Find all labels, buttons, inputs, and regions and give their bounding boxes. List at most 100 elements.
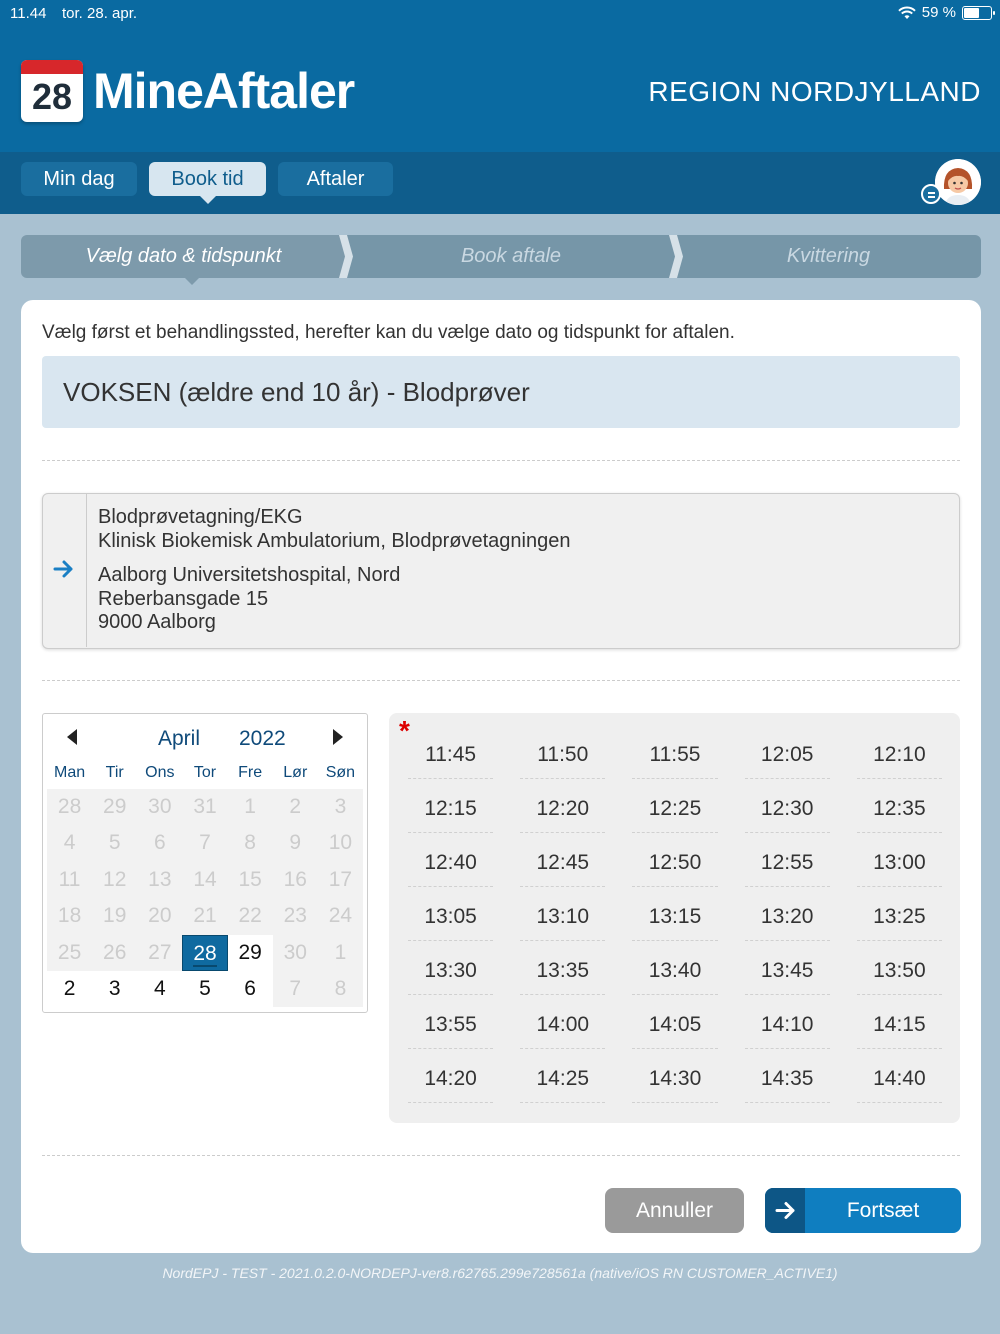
time-slot[interactable]: 14:20 (408, 1057, 494, 1111)
time-slot[interactable]: 12:55 (744, 841, 831, 895)
time-slot[interactable]: 13:50 (856, 949, 943, 1003)
calendar-day: 23 (272, 898, 318, 935)
time-slot[interactable]: 12:10 (856, 733, 943, 787)
time-slot[interactable]: 14:15 (856, 1003, 943, 1057)
user-avatar[interactable] (935, 159, 981, 205)
calendar-day[interactable]: 3 (92, 970, 138, 1008)
calendar-day: 14 (182, 861, 228, 899)
time-slot[interactable]: 14:05 (632, 1003, 718, 1057)
time-slot[interactable]: 13:25 (856, 895, 943, 949)
time-slot[interactable]: 11:45 (408, 733, 494, 787)
divider (42, 680, 960, 681)
calendar-day: 18 (47, 898, 93, 935)
time-slot[interactable]: 12:05 (744, 733, 831, 787)
time-slot[interactable]: 12:40 (408, 841, 494, 895)
location-option[interactable]: Blodprøvetagning/EKG Klinisk Biokemisk A… (42, 493, 960, 649)
continue-arrow (765, 1188, 805, 1233)
time-slot[interactable]: 12:50 (632, 841, 718, 895)
location-arrow-column (43, 494, 87, 647)
time-slot[interactable]: 14:25 (520, 1057, 606, 1111)
cancel-button[interactable]: Annuller (605, 1188, 744, 1233)
time-slot[interactable]: 14:30 (632, 1057, 718, 1111)
calendar-day: 21 (182, 898, 228, 935)
time-slot[interactable]: 13:10 (520, 895, 606, 949)
time-slot[interactable]: 13:00 (856, 841, 943, 895)
step-receipt: Kvittering (676, 235, 981, 278)
calendar-day: 7 (272, 970, 318, 1008)
prev-month-icon[interactable] (67, 729, 77, 745)
time-slot[interactable]: 13:40 (632, 949, 718, 1003)
location-street: Reberbansgade 15 (98, 587, 269, 610)
status-bar: 11.44 tor. 28. apr. 59 % (0, 0, 1000, 30)
time-slot[interactable]: 12:35 (856, 787, 943, 841)
time-slot[interactable]: 12:30 (744, 787, 831, 841)
calendar-day: 22 (227, 898, 273, 935)
calendar-day: 1 (227, 789, 273, 826)
location-department: Blodprøvetagning/EKG (98, 506, 303, 528)
time-slot[interactable]: 13:20 (744, 895, 831, 949)
time-slots: * 11:45 11:50 11:55 12:05 12:10 12:15 12:20 12:… (389, 713, 960, 1123)
time-slot[interactable]: 12:45 (520, 841, 606, 895)
time-slot-grid: 11:45 11:50 11:55 12:05 12:10 12:15 12:20 12:25… (408, 733, 943, 1111)
weekday-header: Man Tir Ons Tor Fre Lør Søn (47, 764, 363, 782)
tab-min-dag[interactable]: Min dag (21, 162, 137, 196)
status-date: tor. 28. apr. (62, 5, 138, 22)
calendar-day: 10 (317, 825, 363, 862)
main-nav: Min dag Book tid Aftaler (0, 152, 1000, 214)
time-slot[interactable]: 13:35 (520, 949, 606, 1003)
calendar-day: 4 (47, 825, 93, 862)
calendar-day: 19 (92, 898, 138, 935)
region-name: REGION NORDJYLLAND (648, 76, 981, 107)
booking-card: Vælg først et behandlingssted, herefter … (21, 300, 981, 1253)
calendar-day[interactable]: 5 (182, 970, 228, 1008)
calendar-day: 26 (92, 934, 138, 971)
calendar-day: 12 (92, 861, 138, 899)
calendar-year[interactable]: 2022 (239, 727, 286, 751)
step-book: Book aftale (346, 235, 676, 278)
time-slot[interactable]: 13:30 (408, 949, 494, 1003)
calendar-day[interactable]: 29 (227, 934, 273, 971)
weekday-label: Fre (238, 764, 263, 781)
weekday-label: Søn (325, 764, 356, 781)
time-slot[interactable]: 13:55 (408, 1003, 494, 1057)
continue-button[interactable]: Fortsæt (765, 1188, 961, 1233)
weekday-label: Lør (283, 764, 308, 781)
time-slot[interactable]: 13:05 (408, 895, 494, 949)
intro-text: Vælg først et behandlingssted, herefter … (42, 322, 735, 343)
calendar-day[interactable]: 6 (227, 970, 273, 1008)
time-slot[interactable]: 14:40 (856, 1057, 943, 1111)
calendar-day: 1 (317, 934, 363, 971)
weekday-label: Man (54, 764, 86, 781)
time-slot[interactable]: 13:45 (744, 949, 831, 1003)
time-slot[interactable]: 12:20 (520, 787, 606, 841)
calendar-day[interactable]: 2 (47, 970, 93, 1008)
calendar-day[interactable]: 4 (137, 970, 183, 1008)
tab-book-tid[interactable]: Book tid (149, 162, 266, 204)
time-slot[interactable]: 14:35 (744, 1057, 831, 1111)
weekday-label: Ons (145, 764, 175, 781)
selected-service[interactable]: VOKSEN (ældre end 10 år) - Blodprøver (42, 356, 960, 428)
calendar-day[interactable]: 28 (182, 934, 228, 971)
tab-aftaler[interactable]: Aftaler (278, 162, 393, 196)
time-slot[interactable]: 14:00 (520, 1003, 606, 1057)
time-slot[interactable]: 12:15 (408, 787, 494, 841)
menu-icon[interactable] (921, 184, 941, 204)
app-header: 28 MineAftaler REGION NORDJYLLAND (0, 30, 1000, 152)
calendar-day: 16 (272, 861, 318, 899)
calendar-day: 27 (137, 934, 183, 971)
time-slot[interactable]: 13:15 (632, 895, 718, 949)
time-slot[interactable]: 11:55 (632, 733, 718, 787)
calendar-day: 17 (317, 861, 363, 899)
calendar-day: 13 (137, 861, 183, 899)
calendar-month[interactable]: April (158, 727, 200, 751)
booking-steps: Vælg dato & tidspunkt Book aftale Kvitte… (21, 235, 981, 285)
time-slot[interactable]: 12:25 (632, 787, 718, 841)
calendar-day: 29 (92, 789, 138, 826)
time-slot[interactable]: 11:50 (520, 733, 606, 787)
time-slot[interactable]: 14:10 (744, 1003, 831, 1057)
battery-percent: 59 % (921, 4, 956, 21)
next-month-icon[interactable] (333, 729, 343, 745)
calendar-day: 5 (92, 825, 138, 862)
calendar-day: 30 (137, 789, 183, 826)
location-details: Blodprøvetagning/EKG Klinisk Biokemisk A… (98, 506, 570, 635)
